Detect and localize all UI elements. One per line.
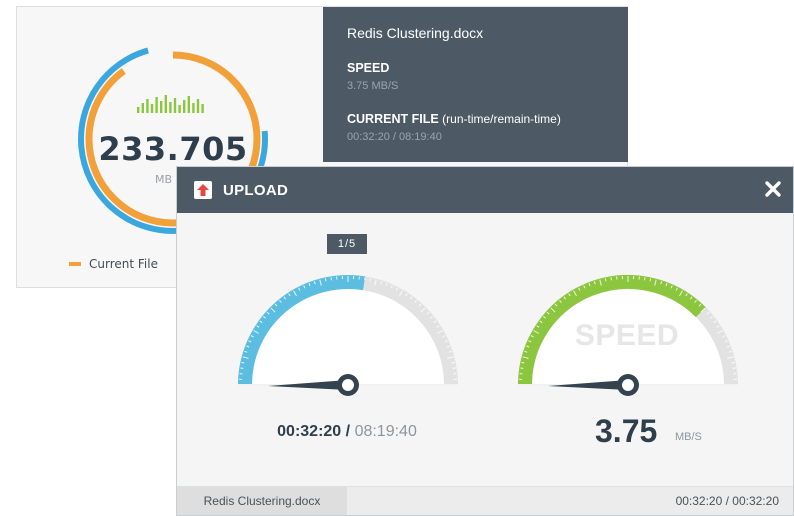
time-readout: 00:32:20 / 08:19:40 (257, 423, 437, 441)
legend-label: Current File (89, 257, 158, 271)
speed-readout-value: 3.75 (595, 413, 658, 449)
time-separator: / (345, 423, 351, 440)
remain-time: 08:19:40 (354, 423, 417, 440)
footer-file-name: Redis Clustering.docx (177, 487, 347, 515)
speed-label: SPEED (347, 61, 390, 75)
footer-times: 00:32:20 / 00:32:20 (675, 494, 779, 508)
waveform-icon (137, 95, 204, 113)
close-x-icon[interactable] (763, 179, 783, 199)
legend: Current File (69, 257, 158, 271)
total-value: 233.705 (98, 130, 248, 168)
speed-readout-unit: MB/S (675, 431, 702, 443)
legend-swatch (69, 262, 81, 266)
current-file-sublabel: (run-time/remain-time) (442, 112, 561, 126)
dialog-header: UPLOAD (177, 167, 793, 213)
speed-value: 3.75 MB/S (347, 80, 399, 92)
time-gauge (238, 275, 458, 396)
current-file-times: 00:32:20 / 08:19:40 (347, 131, 442, 143)
current-file-label: CURRENT FILE (347, 112, 439, 126)
current-file-heading: CURRENT FILE (run-time/remain-time) (347, 112, 604, 126)
dialog-footer: Redis Clustering.docx 00:32:20 / 00:32:2… (177, 486, 793, 515)
file-name: Redis Clustering.docx (347, 25, 484, 41)
total-unit: MB (155, 173, 173, 186)
dialog-title: UPLOAD (223, 181, 289, 199)
upload-arrow-icon (194, 181, 212, 199)
page-indicator: 1/5 (327, 234, 367, 254)
upload-dialog: UPLOAD 1/5 SPEED 00:32:20 / 08:19:40 3.7… (176, 166, 794, 516)
run-time: 00:32:20 (277, 423, 342, 440)
speed-watermark: SPEED (574, 319, 680, 352)
file-info-panel: Redis Clustering.docx SPEED 3.75 MB/S CU… (323, 7, 628, 162)
